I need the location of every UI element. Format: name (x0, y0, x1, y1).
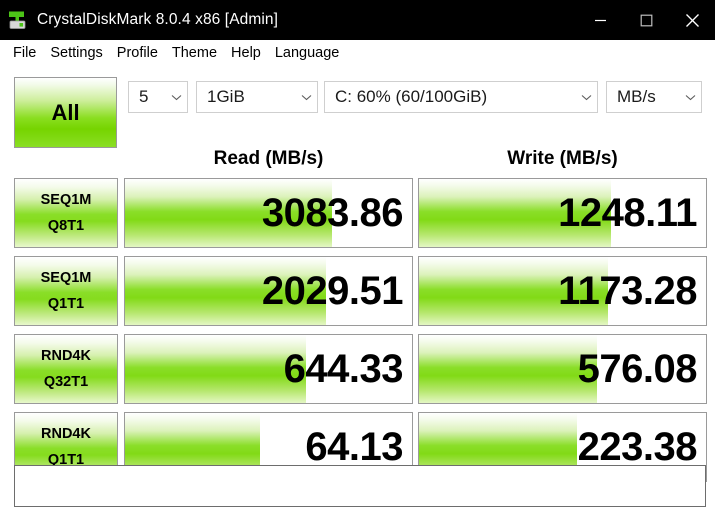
menu-item-help[interactable]: Help (224, 43, 268, 64)
read-result-value: 3083.86 (261, 190, 404, 235)
test-label-line2: Q1T1 (47, 296, 85, 312)
run-all-button[interactable]: All (14, 77, 117, 148)
write-bar-fill (419, 335, 597, 403)
test-button-seq1m-q8t1[interactable]: SEQ1M Q8T1 (14, 178, 118, 248)
crystaldiskmark-window: CrystalDiskMark 8.0.4 x86 [Admin] File S… (0, 0, 715, 517)
menu-item-profile[interactable]: Profile (110, 43, 165, 64)
write-result-cell: 1173.28 (418, 256, 707, 326)
write-result-value: 1173.28 (558, 268, 697, 313)
chevron-down-icon (575, 94, 597, 101)
write-result-cell: 1248.11 (418, 178, 707, 248)
window-title: CrystalDiskMark 8.0.4 x86 [Admin] (37, 11, 279, 28)
test-label-line1: SEQ1M (40, 269, 92, 286)
test-button-rnd4k-q32t1[interactable]: RND4K Q32T1 (14, 334, 118, 404)
comment-box[interactable] (14, 465, 706, 507)
close-button[interactable] (669, 0, 715, 40)
write-result-value: 576.08 (577, 346, 698, 391)
target-drive-dropdown[interactable]: C: 60% (60/100GiB) (324, 81, 598, 113)
table-row: SEQ1M Q1T1 2029.51 1173.28 (0, 256, 715, 326)
menu-item-settings[interactable]: Settings (43, 43, 109, 64)
toolbar: All 5 1GiB C: 60% (60/100GiB) MB/s (0, 68, 715, 148)
read-result-cell: 3083.86 (124, 178, 413, 248)
results-table: SEQ1M Q8T1 3083.86 1248.11 SEQ1M Q1T1 20… (0, 178, 715, 482)
chevron-down-icon (165, 94, 187, 101)
test-button-seq1m-q1t1[interactable]: SEQ1M Q1T1 (14, 256, 118, 326)
title-bar: CrystalDiskMark 8.0.4 x86 [Admin] (0, 0, 715, 40)
read-column-header: Read (MB/s) (213, 148, 324, 169)
maximize-button[interactable] (623, 0, 669, 40)
test-count-dropdown[interactable]: 5 (128, 81, 188, 113)
test-label-line1: RND4K (41, 425, 91, 442)
read-bar-fill (125, 335, 306, 403)
chevron-down-icon (295, 94, 317, 101)
unit-value: MB/s (617, 87, 656, 106)
menu-bar: File Settings Profile Theme Help Languag… (0, 40, 715, 68)
minimize-button[interactable] (577, 0, 623, 40)
chevron-down-icon (679, 94, 701, 101)
window-controls (577, 0, 715, 40)
menu-item-theme[interactable]: Theme (165, 43, 224, 64)
test-size-value: 1GiB (207, 87, 245, 106)
write-result-value: 1248.11 (558, 190, 697, 235)
read-result-value: 644.33 (283, 346, 404, 391)
read-result-cell: 644.33 (124, 334, 413, 404)
target-drive-value: C: 60% (60/100GiB) (335, 87, 488, 106)
test-label-line2: Q32T1 (43, 374, 89, 390)
write-column-header: Write (MB/s) (507, 148, 618, 169)
test-label-line2: Q8T1 (47, 218, 85, 234)
unit-dropdown[interactable]: MB/s (606, 81, 702, 113)
write-result-cell: 576.08 (418, 334, 707, 404)
table-row: SEQ1M Q8T1 3083.86 1248.11 (0, 178, 715, 248)
read-result-cell: 2029.51 (124, 256, 413, 326)
test-count-value: 5 (139, 87, 149, 106)
menu-item-language[interactable]: Language (268, 43, 347, 64)
test-label-line1: RND4K (41, 347, 91, 364)
test-size-dropdown[interactable]: 1GiB (196, 81, 318, 113)
app-icon (7, 9, 29, 31)
test-label-line1: SEQ1M (40, 191, 92, 208)
table-row: RND4K Q32T1 644.33 576.08 (0, 334, 715, 404)
read-result-value: 2029.51 (261, 268, 404, 313)
column-headers: Read (MB/s) Write (MB/s) (0, 148, 715, 178)
menu-item-file[interactable]: File (6, 43, 43, 64)
